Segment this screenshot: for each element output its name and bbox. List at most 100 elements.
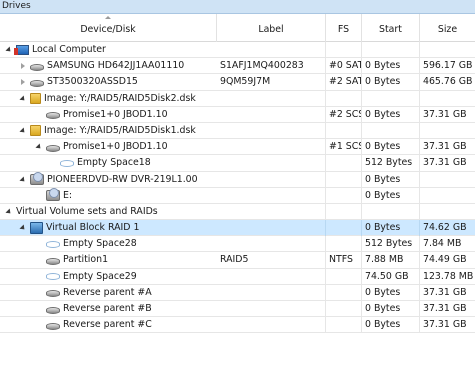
fs-cell bbox=[326, 317, 362, 334]
size-cell bbox=[420, 172, 475, 188]
start-cell: 0 Bytes bbox=[362, 220, 420, 237]
device-cell: Empty Space18 bbox=[0, 155, 217, 171]
fs-cell bbox=[326, 268, 362, 285]
device-cell: Reverse parent #A bbox=[0, 285, 217, 301]
size-cell: 74.62 GB bbox=[423, 222, 467, 234]
tree-row[interactable]: Reverse parent #B 0 Bytes 37.31 GB bbox=[0, 301, 475, 318]
device-name: Promise1+0 JBOD1.10 bbox=[63, 141, 168, 153]
device-cell: Promise1+0 JBOD1.10 bbox=[0, 139, 217, 155]
label-cell bbox=[217, 42, 326, 58]
tree-row[interactable]: Image: Y:/RAID5/RAID5Disk2.dsk bbox=[0, 90, 475, 107]
size-cell bbox=[420, 123, 475, 139]
label-cell bbox=[217, 122, 326, 139]
label-cell bbox=[217, 90, 326, 107]
tree-row[interactable]: E: 0 Bytes bbox=[0, 187, 475, 204]
size-cell: 37.31 GB bbox=[423, 303, 467, 314]
label-cell bbox=[217, 268, 326, 285]
device-name: Virtual Volume sets and RAIDs bbox=[16, 205, 158, 217]
size-cell bbox=[420, 204, 475, 220]
label-cell bbox=[217, 236, 326, 253]
label-cell bbox=[217, 171, 326, 188]
partition-icon bbox=[46, 290, 60, 298]
tree-row[interactable]: Reverse parent #A 0 Bytes 37.31 GB bbox=[0, 284, 475, 301]
start-cell: 512 Bytes bbox=[362, 236, 420, 253]
expand-arrow-icon[interactable] bbox=[18, 74, 27, 90]
device-cell: E: bbox=[0, 188, 217, 204]
column-header-size[interactable]: Size bbox=[420, 14, 475, 42]
device-cell: Virtual Volume sets and RAIDs bbox=[0, 204, 217, 220]
collapse-arrow-icon[interactable] bbox=[18, 172, 27, 188]
expand-arrow-icon[interactable] bbox=[18, 58, 27, 74]
size-cell: 465.76 GB bbox=[423, 76, 473, 88]
device-name: SAMSUNG HD642JJ1AA01110 bbox=[47, 60, 185, 72]
collapse-arrow-icon[interactable] bbox=[18, 123, 27, 139]
device-name: PIONEERDVD-RW DVR-219L1.00 bbox=[47, 173, 198, 185]
tree-row[interactable]: Partition1 RAID5 NTFS 7.88 MB 74.49 GB bbox=[0, 252, 475, 269]
label-cell bbox=[217, 317, 326, 334]
device-name: Reverse parent #B bbox=[63, 303, 152, 314]
device-name: Reverse parent #A bbox=[63, 286, 152, 298]
tree-row[interactable]: Promise1+0 JBOD1.10 #1 SCSI ...0 Bytes37.… bbox=[0, 139, 475, 156]
tree-row[interactable]: Empty Space29 74.50 GB 123.78 MB bbox=[0, 268, 475, 285]
label-cell bbox=[217, 220, 326, 237]
fs-cell bbox=[326, 284, 362, 301]
tree-row[interactable]: Reverse parent #C 0 Bytes 37.31 GB bbox=[0, 317, 475, 334]
label-cell bbox=[217, 203, 326, 220]
fs-cell: #2 SATA... bbox=[326, 74, 362, 91]
partition-icon bbox=[46, 322, 60, 330]
tree-row[interactable]: Empty Space18 512 Bytes 37.31 GB bbox=[0, 155, 475, 172]
device-name: Image: Y:/RAID5/RAID5Disk2.dsk bbox=[44, 92, 196, 104]
device-cell: PIONEERDVD-RW DVR-219L1.00 bbox=[0, 172, 217, 188]
start-cell: 0 Bytes bbox=[362, 139, 420, 156]
device-name: Empty Space28 bbox=[63, 238, 137, 250]
device-name: Reverse parent #C bbox=[63, 319, 152, 331]
tree-row[interactable]: PIONEERDVD-RW DVR-219L1.00 0 Bytes bbox=[0, 171, 475, 188]
column-header-label[interactable]: Label bbox=[217, 14, 326, 42]
device-name: Image: Y:/RAID5/RAID5Disk1.dsk bbox=[44, 124, 196, 136]
column-header-start[interactable]: Start bbox=[362, 14, 420, 42]
empty-space-icon bbox=[46, 240, 60, 248]
device-cell: Empty Space29 bbox=[0, 269, 217, 285]
device-cell: Virtual Block RAID 1 bbox=[0, 220, 217, 236]
column-header-device[interactable]: Device/Disk bbox=[0, 14, 217, 42]
tree-row[interactable]: ST3500320ASSD15 9QM59J7M#2 SATA...0 Bytes… bbox=[0, 74, 475, 91]
empty-space-icon bbox=[60, 159, 74, 167]
device-name: Empty Space29 bbox=[63, 270, 137, 282]
fs-cell bbox=[326, 90, 362, 107]
size-cell: 74.49 GB bbox=[423, 254, 467, 266]
tree-row[interactable]: Promise1+0 JBOD1.10 #2 SCSI ...0 Bytes37.… bbox=[0, 106, 475, 123]
label-cell: 9QM59J7M bbox=[217, 74, 326, 91]
start-cell: 0 Bytes bbox=[362, 284, 420, 301]
tree-row[interactable]: Virtual Volume sets and RAIDs bbox=[0, 203, 475, 221]
device-cell: Empty Space28 bbox=[0, 236, 217, 252]
collapse-arrow-icon[interactable] bbox=[34, 139, 43, 155]
size-cell: 37.31 GB bbox=[423, 108, 467, 120]
hard-disk-icon bbox=[46, 112, 60, 120]
collapse-arrow-icon[interactable] bbox=[4, 204, 13, 220]
collapse-arrow-icon[interactable] bbox=[18, 220, 27, 236]
start-cell: 0 Bytes bbox=[362, 106, 420, 123]
size-cell bbox=[420, 188, 475, 204]
device-cell: Reverse parent #B bbox=[0, 301, 217, 317]
tree-row[interactable]: Local Computer bbox=[0, 42, 475, 59]
tree-row[interactable]: Image: Y:/RAID5/RAID5Disk1.dsk bbox=[0, 122, 475, 140]
collapse-arrow-icon[interactable] bbox=[18, 91, 27, 107]
tree-row[interactable]: SAMSUNG HD642JJ1AA01110 S1AFJ1MQ400283 #0 … bbox=[0, 58, 475, 75]
start-cell: 0 Bytes bbox=[362, 301, 420, 317]
fs-cell bbox=[326, 171, 362, 188]
collapse-arrow-icon[interactable] bbox=[4, 42, 13, 58]
fs-cell bbox=[326, 122, 362, 139]
column-header-fs[interactable]: FS bbox=[326, 14, 362, 42]
device-name: Promise1+0 JBOD1.10 bbox=[63, 108, 168, 120]
tree-row[interactable]: Virtual Block RAID 1 0 Bytes 74.62 GB bbox=[0, 220, 475, 237]
fs-cell bbox=[326, 220, 362, 237]
size-cell: 37.31 GB bbox=[423, 157, 467, 169]
size-cell bbox=[420, 91, 475, 107]
fs-cell: #1 SCSI ... bbox=[326, 139, 362, 156]
tree-row[interactable]: Empty Space28 512 Bytes 7.84 MB bbox=[0, 236, 475, 253]
image-file-icon bbox=[30, 93, 41, 105]
empty-space-icon bbox=[46, 273, 60, 281]
